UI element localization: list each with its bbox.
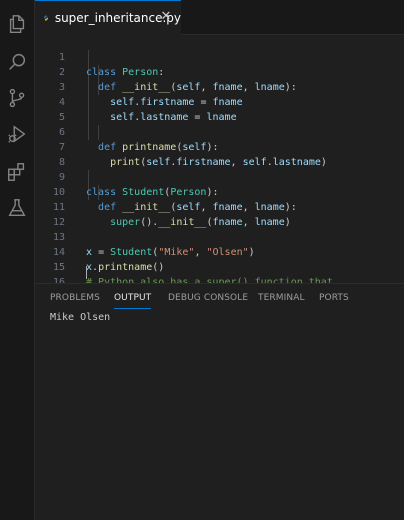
code-line: 2 def __init__(self, fname, lname): <box>58 67 297 93</box>
tab-bar: super_inheritance.py ✕ <box>35 0 404 35</box>
text-cursor <box>86 266 87 279</box>
run-debug-icon[interactable] <box>5 122 29 146</box>
tab-problems[interactable]: PROBLEMS <box>50 293 100 303</box>
code-line: 4 self.lastname = lname <box>58 97 237 123</box>
code-line: 5 <box>58 112 65 123</box>
code-line: 3 self.firstname = fname <box>58 82 243 108</box>
code-line: 12 <box>52 217 65 228</box>
testing-icon[interactable] <box>5 196 29 220</box>
activity-bar <box>0 0 35 520</box>
tab-ports[interactable]: PORTS <box>319 293 349 303</box>
tab-debug-console[interactable]: DEBUG CONSOLE <box>168 293 248 303</box>
code-line: 1 class Person: <box>58 52 165 78</box>
explorer-icon[interactable] <box>5 12 29 36</box>
tab-super-inheritance[interactable]: super_inheritance.py ✕ <box>35 0 181 35</box>
code-line-current: 18 <box>35 265 404 293</box>
code-line: 6 def printname(self): <box>58 127 219 153</box>
vscode-window: super_inheritance.py ✕ 1 class Person: 2… <box>0 0 404 520</box>
close-icon[interactable]: ✕ <box>159 10 173 24</box>
code-line: 10 def __init__(self, fname, lname): <box>52 187 297 213</box>
code-line: 11 super().__init__(fname, lname) <box>52 202 291 228</box>
code-line: 8 <box>58 157 65 168</box>
code-line: 9 class Student(Person): <box>58 172 219 198</box>
code-line: 13 x = Student("Mike", "Olsen") <box>52 232 255 258</box>
output-text: Mike Olsen <box>50 312 111 323</box>
active-tab-indicator <box>114 308 151 309</box>
code-line: 14 x.printname() <box>52 247 165 273</box>
code-editor[interactable]: 1 class Person: 2 def __init__(self, fna… <box>35 35 404 318</box>
bottom-panel: PROBLEMS OUTPUT DEBUG CONSOLE TERMINAL P… <box>35 283 404 520</box>
extensions-icon[interactable] <box>5 160 29 184</box>
code-line: 7 print(self.firstname, self.lastname) <box>58 142 327 168</box>
search-icon[interactable] <box>5 50 29 74</box>
source-control-icon[interactable] <box>5 86 29 110</box>
python-file-icon <box>43 15 48 21</box>
code-line: 15 # Python also has a super() function … <box>52 262 333 288</box>
tab-terminal[interactable]: TERMINAL <box>258 293 305 303</box>
tab-output[interactable]: OUTPUT <box>114 293 151 303</box>
